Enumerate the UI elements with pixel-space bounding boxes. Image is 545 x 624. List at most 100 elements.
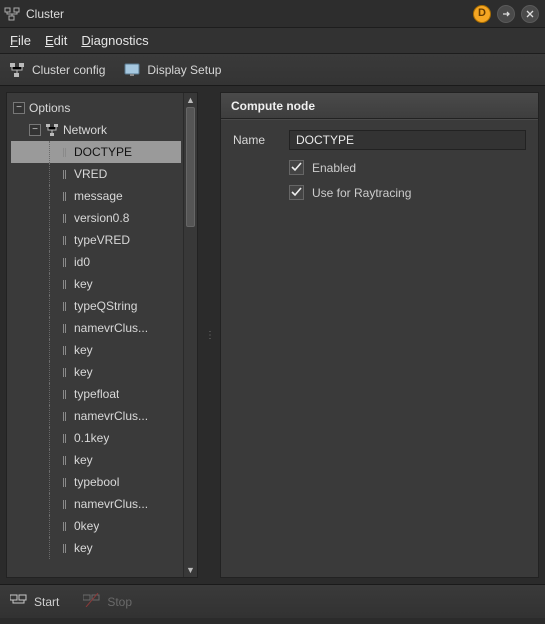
display-setup-label: Display Setup: [147, 63, 221, 77]
tree-line: [49, 141, 63, 163]
collapse-icon[interactable]: −: [13, 102, 25, 114]
name-input[interactable]: [289, 130, 526, 150]
tree-item[interactable]: version0.8: [11, 207, 181, 229]
tree-node-network[interactable]: − Network: [11, 119, 181, 141]
tree-item-label: version0.8: [74, 211, 129, 225]
tree-item-label: key: [74, 343, 93, 357]
tree-item-label: typefloat: [74, 387, 119, 401]
tree-line: [49, 493, 63, 515]
tree-item[interactable]: typebool: [11, 471, 181, 493]
scroll-thumb[interactable]: [186, 107, 195, 227]
node-handle-icon: [63, 412, 68, 421]
stop-label: Stop: [107, 595, 132, 609]
tree-item-label: key: [74, 453, 93, 467]
tree-item[interactable]: typefloat: [11, 383, 181, 405]
tree-item[interactable]: VRED: [11, 163, 181, 185]
tree-item[interactable]: key: [11, 449, 181, 471]
tree-item[interactable]: typeVRED: [11, 229, 181, 251]
tree-line: [49, 471, 63, 493]
node-handle-icon: [63, 302, 68, 311]
tree-line: [49, 361, 63, 383]
tree-item[interactable]: key: [11, 361, 181, 383]
name-label: Name: [233, 133, 281, 147]
start-label: Start: [34, 595, 59, 609]
tree-item[interactable]: 0.1key: [11, 427, 181, 449]
tree-line: [49, 449, 63, 471]
tree-line: [49, 273, 63, 295]
tree-item[interactable]: namevrClus...: [11, 493, 181, 515]
tree-line: [49, 405, 63, 427]
tree-line: [49, 537, 63, 559]
badge-d-icon[interactable]: D: [473, 5, 491, 23]
node-handle-icon: [63, 500, 68, 509]
node-handle-icon: [63, 258, 68, 267]
tree-scroll-area: − Options − Network DOCTYPEVREDmessage ve…: [7, 93, 183, 577]
tree-line: [49, 515, 63, 537]
display-setup-icon: [123, 61, 141, 79]
tree-root-label: Options: [29, 101, 70, 115]
enabled-label: Enabled: [312, 161, 356, 175]
start-icon: [10, 593, 28, 610]
tree-item[interactable]: key: [11, 273, 181, 295]
enabled-checkbox[interactable]: [289, 160, 304, 175]
tree-item-label: typebool: [74, 475, 119, 489]
scroll-up-icon[interactable]: ▲: [184, 93, 197, 107]
raytrace-label: Use for Raytracing: [312, 186, 411, 200]
node-handle-icon: [63, 170, 68, 179]
tree-item-label: 0key: [74, 519, 99, 533]
tree-line: [49, 163, 63, 185]
tree-item[interactable]: 0key: [11, 515, 181, 537]
tree-item-label: key: [74, 277, 93, 291]
node-handle-icon: [63, 478, 68, 487]
tree-item[interactable]: DOCTYPE: [11, 141, 181, 163]
node-handle-icon: [63, 236, 68, 245]
collapse-icon[interactable]: −: [29, 124, 41, 136]
minimize-button[interactable]: [497, 5, 515, 23]
menubar: File Edit Diagnostics: [0, 28, 545, 54]
tree-item[interactable]: namevrClus...: [11, 405, 181, 427]
window-title: Cluster: [26, 7, 467, 21]
tree-root-options[interactable]: − Options: [11, 97, 181, 119]
scroll-down-icon[interactable]: ▼: [184, 563, 197, 577]
stop-button: Stop: [83, 593, 132, 610]
tree-item[interactable]: id0: [11, 251, 181, 273]
node-handle-icon: [63, 324, 68, 333]
tree-item[interactable]: message: [11, 185, 181, 207]
tree-scrollbar[interactable]: ▲ ▼: [183, 93, 197, 577]
menu-file[interactable]: File: [10, 33, 31, 48]
node-handle-icon: [63, 368, 68, 377]
stop-icon: [83, 593, 101, 610]
tree-line: [49, 339, 63, 361]
node-handle-icon: [63, 390, 68, 399]
display-setup-button[interactable]: Display Setup: [123, 61, 221, 79]
tree-network-label: Network: [63, 123, 107, 137]
menu-edit[interactable]: Edit: [45, 33, 67, 48]
toolbar: Cluster config Display Setup: [0, 54, 545, 86]
network-icon: [45, 123, 59, 137]
tree-item-label: id0: [74, 255, 90, 269]
cluster-config-button[interactable]: Cluster config: [8, 61, 105, 79]
node-handle-icon: [63, 434, 68, 443]
tree-line: [49, 427, 63, 449]
tree-line: [49, 383, 63, 405]
close-button[interactable]: [521, 5, 539, 23]
node-handle-icon: [63, 544, 68, 553]
splitter-handle[interactable]: ⋮: [206, 92, 212, 578]
tree-item[interactable]: namevrClus...: [11, 317, 181, 339]
node-handle-icon: [63, 148, 68, 157]
tree-line: [49, 207, 63, 229]
menu-diagnostics[interactable]: Diagnostics: [81, 33, 148, 48]
detail-header: Compute node: [221, 93, 538, 119]
detail-panel: Compute node Name Enabled Use for Raytra…: [220, 92, 539, 578]
raytrace-checkbox[interactable]: [289, 185, 304, 200]
tree-item[interactable]: key: [11, 537, 181, 559]
cluster-config-label: Cluster config: [32, 63, 105, 77]
tree-item[interactable]: key: [11, 339, 181, 361]
tree-item[interactable]: typeQString: [11, 295, 181, 317]
cluster-app-icon: [4, 7, 20, 21]
detail-body: Name Enabled Use for Raytracing: [221, 119, 538, 210]
raytrace-row: Use for Raytracing: [233, 185, 526, 200]
node-handle-icon: [63, 214, 68, 223]
enabled-row: Enabled: [233, 160, 526, 175]
start-button[interactable]: Start: [10, 593, 59, 610]
